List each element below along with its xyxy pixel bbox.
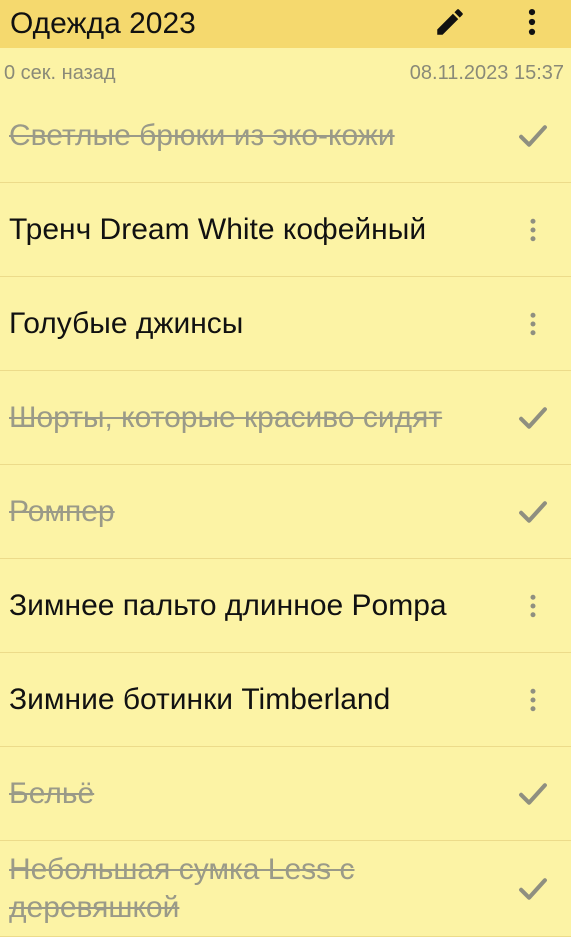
edit-button[interactable] <box>430 2 470 42</box>
timestamp: 08.11.2023 15:37 <box>409 62 564 84</box>
note-screen: Одежда 2023 0 сек. назад 08.11.2023 15:3… <box>0 0 571 937</box>
note-meta: 0 сек. назад 08.11.2023 15:37 <box>0 60 571 88</box>
completed-check-button[interactable] <box>513 398 553 438</box>
checklist-item-label: Шорты, которые красиво сидят <box>9 400 443 434</box>
checklist-item-label: Тренч Dream White кофейный <box>9 212 427 246</box>
check-icon <box>519 500 547 523</box>
pencil-icon <box>437 9 463 35</box>
completed-check-button[interactable] <box>513 492 553 532</box>
checklist-item[interactable]: Тренч Dream White кофейный <box>0 183 571 277</box>
relative-time: 0 сек. назад <box>4 62 116 84</box>
checklist-item-label: Зимние ботинки Timberland <box>9 682 391 716</box>
check-icon <box>519 877 547 900</box>
completed-check-button[interactable] <box>513 116 553 156</box>
completed-check-button[interactable] <box>513 774 553 814</box>
more-vertical-icon <box>528 8 536 36</box>
checklist: Светлые брюки из эко-кожи Тренч Dream Whi… <box>0 89 571 937</box>
more-vertical-icon <box>530 688 536 711</box>
checklist-item-label: Ромпер <box>9 494 115 528</box>
checklist-item-label: Бельё <box>9 776 95 810</box>
checklist-item[interactable]: Бельё <box>0 747 571 841</box>
check-icon <box>519 406 547 429</box>
checklist-item[interactable]: Зимнее пальто длинное Pompa <box>0 559 571 653</box>
more-vertical-icon <box>530 312 536 335</box>
more-vertical-icon <box>530 218 536 241</box>
checklist-item[interactable]: Зимние ботинки Timberland <box>0 653 571 747</box>
note-title[interactable]: Одежда 2023 <box>10 7 196 41</box>
completed-check-button[interactable] <box>513 869 553 909</box>
checklist-item-label: Зимнее пальто длинное Pompa <box>9 588 447 622</box>
checklist-item-label: Голубые джинсы <box>9 306 244 340</box>
checklist-item-label: Светлые брюки из эко-кожи <box>9 118 395 152</box>
checklist-item[interactable]: Голубые джинсы <box>0 277 571 371</box>
item-menu-button[interactable] <box>513 304 553 344</box>
more-vertical-icon <box>530 594 536 617</box>
item-menu-button[interactable] <box>513 586 553 626</box>
checklist-item-label: Небольшая сумка Less с деревяшкой <box>9 852 355 924</box>
checklist-item[interactable]: Светлые брюки из эко-кожи <box>0 89 571 183</box>
checklist-item[interactable]: Шорты, которые красиво сидят <box>0 371 571 465</box>
item-menu-button[interactable] <box>513 680 553 720</box>
overflow-menu-button[interactable] <box>512 2 552 42</box>
check-icon <box>519 782 547 805</box>
checklist-item[interactable]: Небольшая сумка Less с деревяшкой <box>0 841 571 937</box>
item-menu-button[interactable] <box>513 210 553 250</box>
app-bar: Одежда 2023 <box>0 0 571 48</box>
check-icon <box>519 124 547 147</box>
checklist-item[interactable]: Ромпер <box>0 465 571 559</box>
